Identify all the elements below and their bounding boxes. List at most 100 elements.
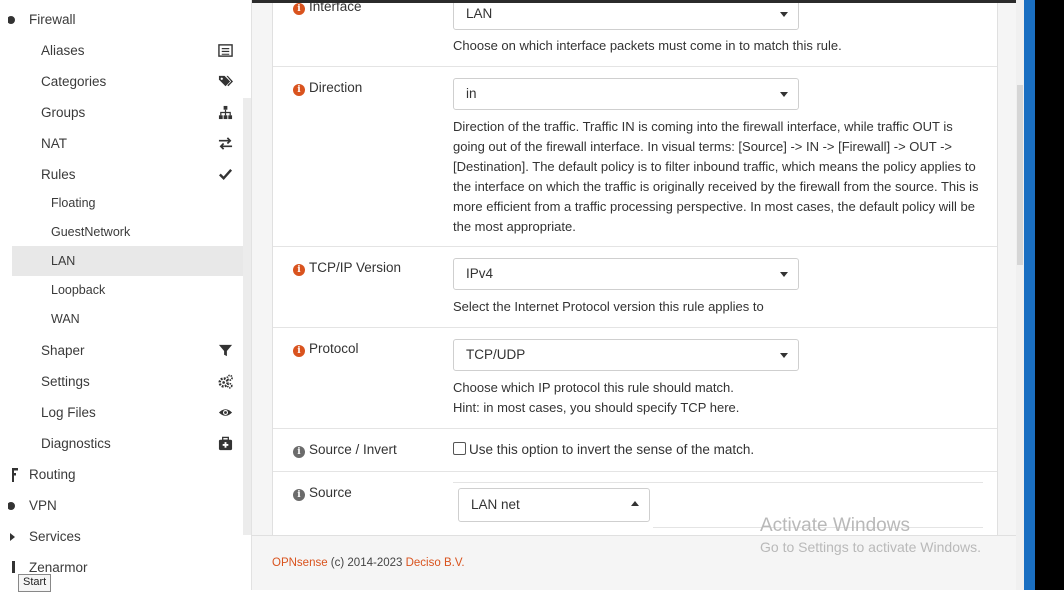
sitemap-icon (218, 105, 233, 120)
protocol-help-text-2: Hint: in most cases, you should specify … (453, 400, 740, 415)
window-border-blue (1024, 0, 1035, 590)
tcpip-version-help-text: Select the Internet Protocol version thi… (453, 299, 764, 314)
watermark-title: Activate Windows (760, 515, 910, 536)
source-invert-checkbox-label: Use this option to invert the sense of t… (469, 442, 755, 457)
protocol-label-text: Protocol (309, 341, 359, 356)
protocol-help-text-1: Choose which IP protocol this rule shoul… (453, 380, 734, 395)
source-invert-label: i Source / Invert (293, 442, 397, 458)
sidebar-item-groups[interactable]: Groups (12, 97, 243, 128)
sidebar-item-label: Settings (41, 374, 90, 389)
sidebar-item-loopback[interactable]: Loopback (12, 275, 243, 306)
chevron-down-icon (780, 272, 788, 277)
check-icon (219, 169, 233, 181)
footer-company-link[interactable]: Deciso B.V. (406, 557, 465, 569)
info-icon[interactable]: i (293, 345, 305, 357)
sidebar-item-lan[interactable]: LAN (12, 246, 243, 276)
form-row-direction: i Direction in Direction of the traffic. … (273, 67, 997, 247)
sidebar-scrollbar[interactable] (243, 98, 251, 535)
form-row-tcpip-version: i TCP/IP Version IPv4 Select the Internet… (273, 247, 997, 328)
sidebar-item-diagnostics[interactable]: Diagnostics (12, 428, 243, 459)
tcpip-version-select[interactable]: IPv4 (453, 258, 799, 290)
protocol-select-value: TCP/UDP (466, 347, 526, 362)
sidebar-item-aliases[interactable]: Aliases (12, 35, 243, 66)
sidebar-item-shaper[interactable]: Shaper (12, 335, 243, 366)
sidebar: Firewall Aliases Categories Groups NAT R… (0, 0, 252, 590)
direction-label: i Direction (293, 80, 362, 96)
tags-icon (218, 75, 233, 87)
info-icon[interactable]: i (293, 489, 305, 501)
main-content: i Interface LAN Choose on which interface… (252, 0, 1016, 590)
sidebar-item-floating[interactable]: Floating (12, 188, 243, 219)
vpn-section-icon (8, 502, 15, 510)
chevron-down-icon (780, 92, 788, 97)
cogs-icon (218, 374, 233, 389)
sidebar-item-firewall[interactable]: Firewall (8, 4, 243, 35)
form-row-protocol: i Protocol TCP/UDP Choose which IP protoc… (273, 328, 997, 429)
rule-form-card: i Interface LAN Choose on which interface… (272, 0, 998, 535)
sidebar-item-label: Groups (41, 105, 86, 120)
activate-windows-watermark: Activate Windows Go to Settings to activ… (760, 515, 981, 555)
chevron-down-icon (780, 353, 788, 358)
sidebar-item-label: Rules (41, 167, 76, 182)
sidebar-item-rules[interactable]: Rules (12, 159, 243, 190)
interface-select[interactable]: LAN (453, 0, 799, 30)
list-icon (218, 44, 233, 57)
watermark-subtitle: Go to Settings to activate Windows. (760, 539, 981, 555)
sidebar-item-label: Loopback (51, 283, 106, 297)
source-select[interactable]: LAN net (458, 488, 650, 522)
zenarmor-section-icon (12, 561, 15, 573)
sidebar-item-guestnetwork[interactable]: GuestNetwork (12, 217, 243, 248)
sidebar-item-label: Services (29, 529, 81, 544)
sidebar-item-services[interactable]: Services (10, 521, 243, 552)
source-label: i Source (293, 485, 352, 501)
tcpip-version-label: i TCP/IP Version (293, 260, 401, 276)
source-label-text: Source (309, 485, 352, 500)
eye-icon (218, 409, 233, 416)
interface-select-value: LAN (466, 6, 493, 21)
protocol-select[interactable]: TCP/UDP (453, 339, 799, 371)
chevron-up-icon (631, 501, 639, 506)
sidebar-item-label: LAN (51, 254, 76, 268)
source-invert-label-text: Source / Invert (309, 442, 397, 457)
firewall-section-icon (8, 16, 15, 24)
header-edge (252, 0, 1016, 3)
exchange-icon (218, 137, 233, 150)
routing-section-icon (12, 468, 18, 482)
info-icon[interactable]: i (293, 264, 305, 276)
source-invert-option[interactable]: Use this option to invert the sense of t… (453, 442, 754, 457)
sidebar-item-label: Firewall (29, 12, 76, 27)
sidebar-item-label: GuestNetwork (51, 225, 131, 239)
sidebar-item-label: Log Files (41, 405, 96, 420)
medkit-icon (218, 436, 233, 451)
tcpip-version-select-value: IPv4 (466, 266, 494, 281)
sidebar-item-routing[interactable]: Routing (12, 459, 243, 490)
sidebar-item-nat[interactable]: NAT (12, 128, 243, 159)
footer-brand-link[interactable]: OPNsense (272, 557, 328, 569)
sidebar-item-vpn[interactable]: VPN (8, 490, 243, 521)
form-row-interface: i Interface LAN Choose on which interface… (273, 0, 997, 67)
tcpip-version-label-text: TCP/IP Version (309, 260, 402, 275)
sidebar-item-log-files[interactable]: Log Files (12, 397, 243, 428)
info-icon[interactable]: i (293, 3, 305, 15)
sidebar-item-settings[interactable]: Settings (12, 366, 243, 397)
info-icon[interactable]: i (293, 446, 305, 458)
sidebar-item-label: Aliases (41, 43, 85, 58)
page-scrollbar-thumb[interactable] (1017, 85, 1023, 265)
sidebar-item-wan[interactable]: WAN (12, 304, 243, 335)
source-invert-checkbox[interactable] (453, 442, 466, 455)
info-icon[interactable]: i (293, 84, 305, 96)
start-tooltip: Start (18, 574, 52, 592)
sidebar-item-label: Categories (41, 74, 107, 89)
sidebar-item-categories[interactable]: Categories (12, 66, 243, 97)
sidebar-item-label: VPN (29, 498, 57, 513)
direction-help-text: Direction of the traffic. Traffic IN is … (453, 119, 979, 234)
source-select-value: LAN net (471, 497, 520, 512)
protocol-label: i Protocol (293, 341, 359, 357)
sidebar-item-label: Floating (51, 196, 96, 210)
sidebar-item-label: Routing (29, 467, 76, 482)
desktop-edge (1035, 0, 1064, 590)
footer-text: OPNsense (c) 2014-2023 Deciso B.V. (272, 557, 465, 569)
sidebar-item-label: NAT (41, 136, 67, 151)
direction-select[interactable]: in (453, 78, 799, 110)
filter-icon (218, 344, 233, 357)
